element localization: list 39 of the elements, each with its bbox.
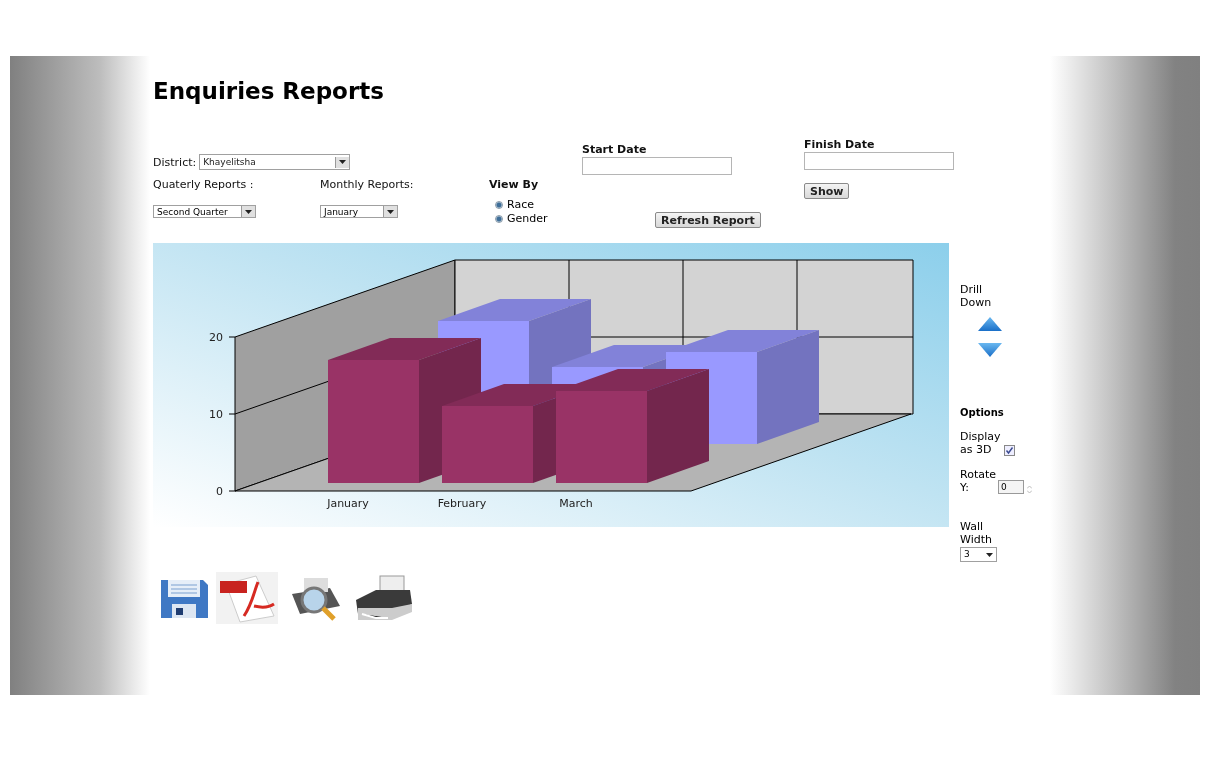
radio-button[interactable] [495,201,503,209]
show-button[interactable]: Show [804,183,850,199]
radio-label: Gender [507,212,548,226]
x-axis-label: March [559,497,593,510]
radio-label: Race [507,198,534,212]
pdf-document-icon[interactable] [216,572,278,624]
monthly-reports-label: Monthly Reports: [320,178,415,191]
wall-width-label: Wall Width [960,520,993,546]
district-dropdown[interactable]: Khayelitsha [199,154,351,170]
display-3d-checkbox[interactable] [1003,445,1015,456]
dropdown-arrow-icon [986,552,993,557]
drill-down-label: Drill Down [960,283,993,309]
district-label: District: [153,155,197,169]
finish-date-field[interactable] [804,152,954,170]
y-tick-label: 10 [209,408,223,421]
rotate-y-field[interactable]: 0 [998,480,1024,494]
up-arrow-icon[interactable] [978,317,1002,331]
view-by-label: View By [489,178,540,191]
wall-width-dropdown[interactable]: 3 [960,547,997,562]
dropdown-arrow-icon [245,209,252,214]
dropdown-arrow-icon [339,160,347,164]
page-title: Enquiries Reports [153,78,385,104]
y-tick-label: 20 [209,331,223,344]
radio-button[interactable] [495,215,503,223]
quarter-dropdown[interactable]: Second Quarter [153,205,256,218]
finish-date-label: Finish Date [804,138,876,151]
rotate-y-label: Rotate Y: [960,468,996,494]
start-date-field[interactable] [582,157,732,175]
y-tick-label: 0 [216,485,223,498]
options-heading: Options [960,407,1005,418]
display-3d-label: Display as 3D [960,430,1001,456]
refresh-report-button[interactable]: Refresh Report [655,212,761,228]
x-axis-label: January [327,497,369,510]
x-axis-label: February [437,497,487,510]
dropdown-arrow-icon [387,209,394,214]
quarterly-reports-label: Quaterly Reports : [153,178,255,191]
down-arrow-icon[interactable] [978,343,1002,357]
start-date-label: Start Date [582,143,648,156]
month-dropdown[interactable]: January [320,205,398,218]
